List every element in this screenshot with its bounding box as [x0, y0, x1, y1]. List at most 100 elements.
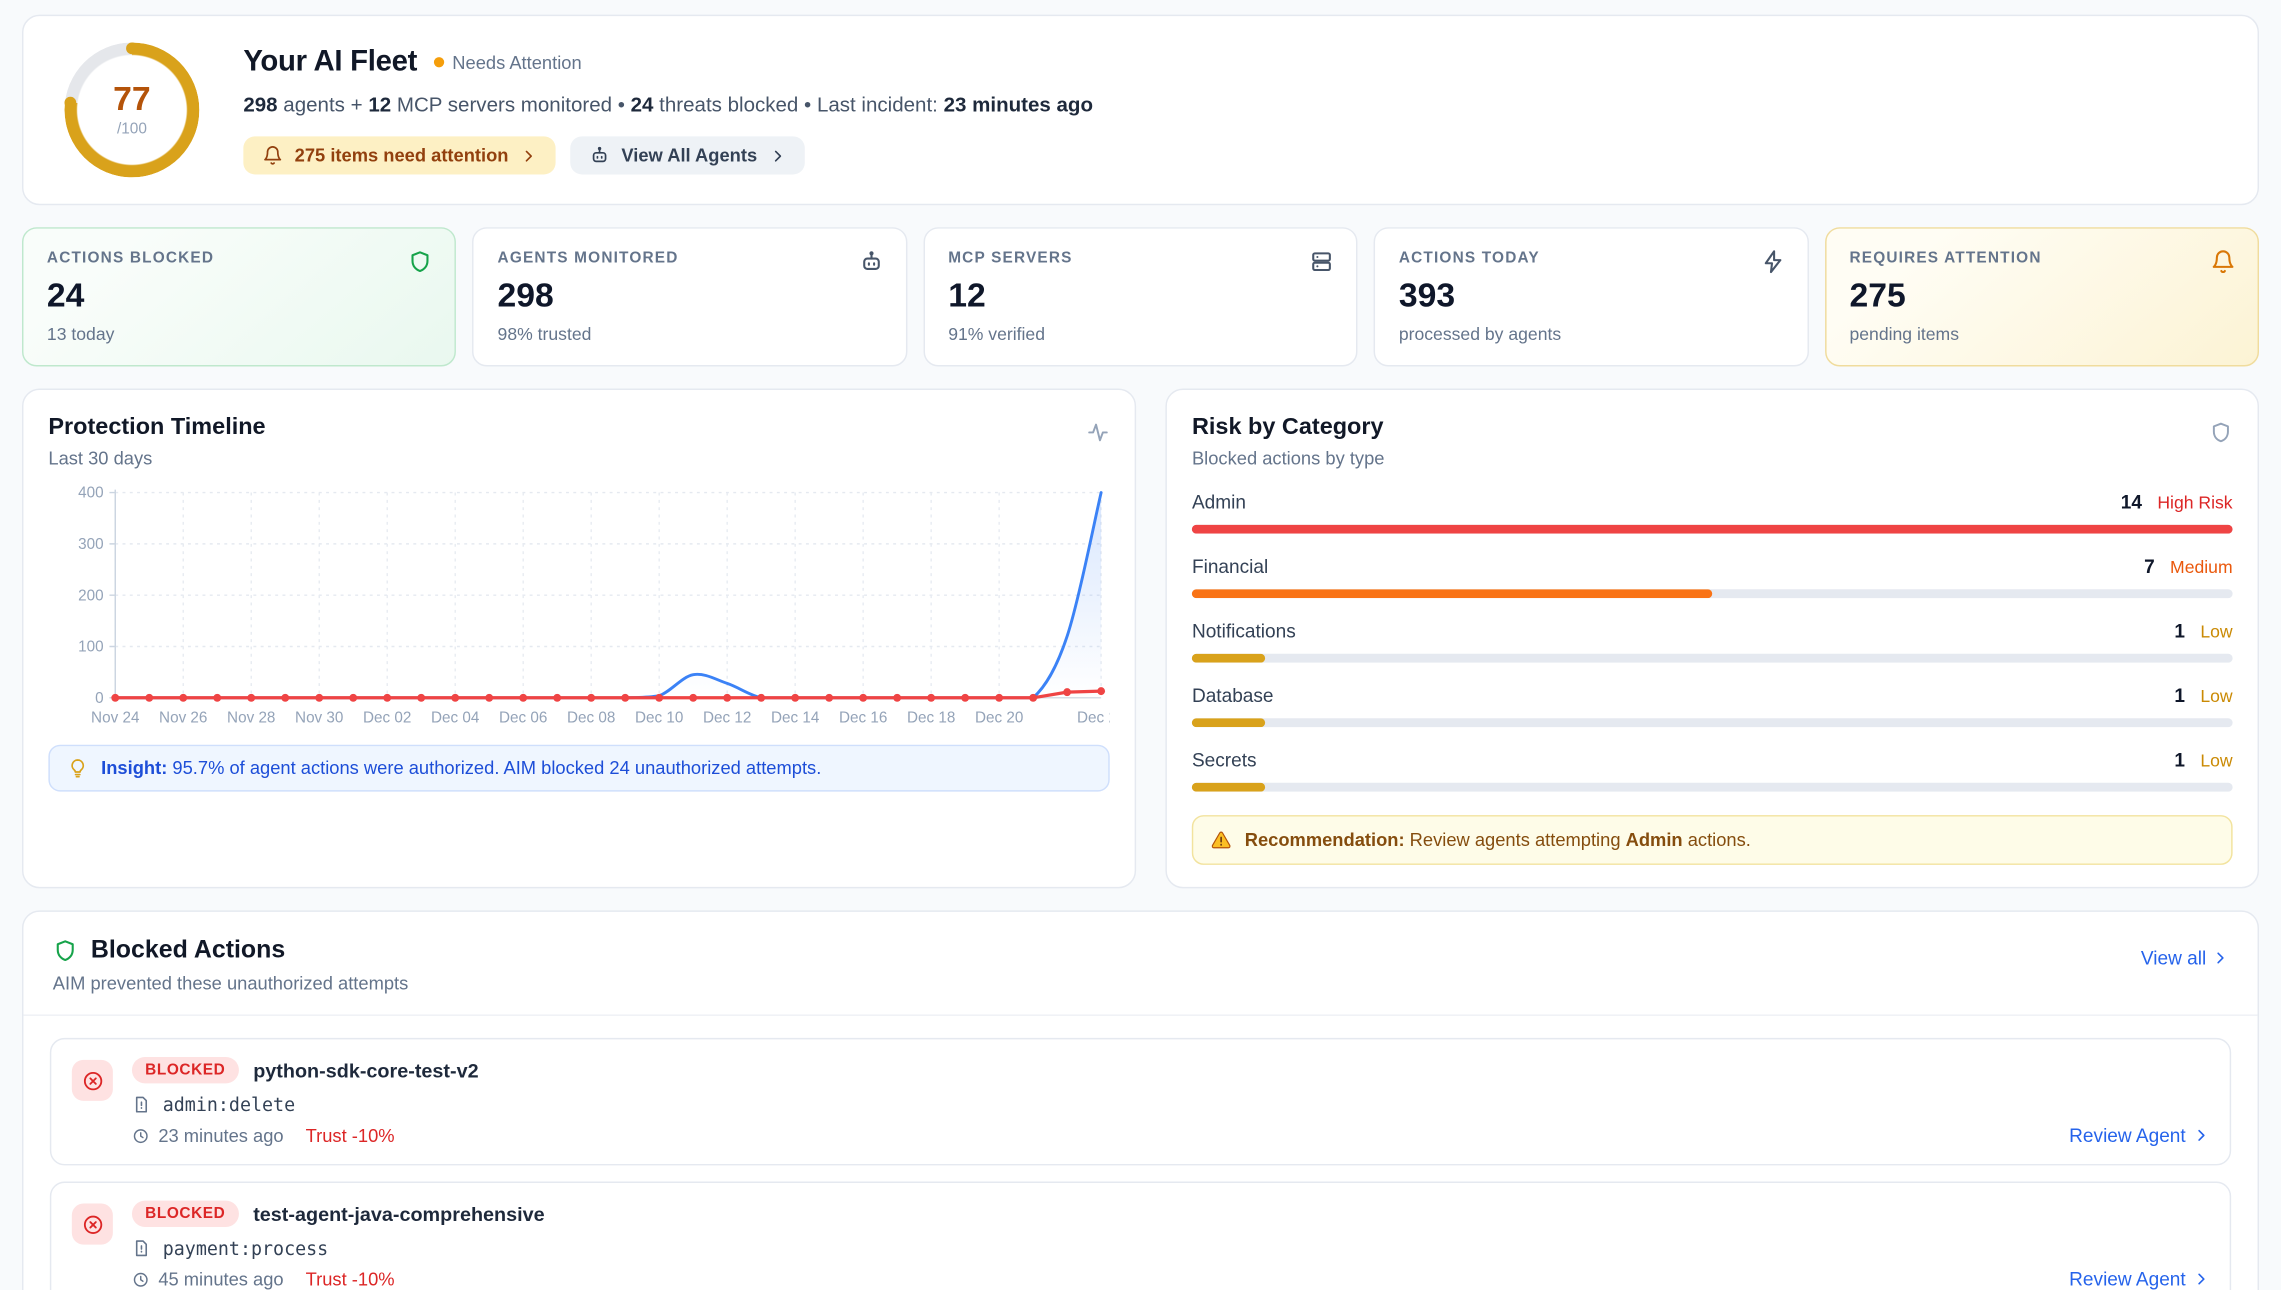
zap-icon — [1760, 249, 1785, 274]
svg-text:Nov 30: Nov 30 — [295, 710, 343, 727]
risk-count: 1 — [2174, 749, 2185, 771]
svg-text:Dec 23: Dec 23 — [1077, 710, 1110, 727]
stat-value: 12 — [948, 276, 1333, 316]
warning-icon — [1211, 830, 1232, 851]
agent-name: python-sdk-core-test-v2 — [253, 1059, 478, 1081]
items-need-attention-button[interactable]: 275 items need attention — [243, 136, 555, 174]
file-alert-icon — [132, 1095, 151, 1114]
stat-subtext: 91% verified — [948, 324, 1333, 345]
stat-card: AGENTS MONITORED 298 98% trusted — [473, 227, 908, 366]
risk-level-label: High Risk — [2157, 493, 2232, 514]
risk-category-row: Financial 7 Medium — [1192, 554, 2233, 598]
risk-category-label: Notifications — [1192, 620, 1296, 642]
stat-label: REQUIRES ATTENTION — [1849, 249, 2234, 267]
blocked-actions-list: BLOCKED python-sdk-core-test-v2 admin:de… — [23, 1016, 2257, 1290]
clock-icon — [132, 1271, 150, 1289]
risk-level-label: Medium — [2170, 557, 2233, 578]
svg-text:Dec 12: Dec 12 — [703, 710, 751, 727]
shield-icon — [53, 937, 78, 962]
chevron-right-icon — [2193, 1127, 2209, 1143]
risk-level-label: Low — [2200, 686, 2232, 707]
risk-category-label: Financial — [1192, 556, 1268, 578]
view-all-agents-button[interactable]: View All Agents — [570, 136, 804, 174]
blocked-badge: BLOCKED — [132, 1201, 239, 1227]
risk-bar-track — [1192, 589, 2233, 598]
svg-text:Dec 02: Dec 02 — [363, 710, 411, 727]
time-ago: 45 minutes ago — [158, 1270, 283, 1290]
svg-text:0: 0 — [95, 690, 103, 707]
fleet-score-gauge: 77 /100 — [65, 43, 200, 178]
risk-level-label: Low — [2200, 751, 2232, 772]
insight-text: Insight: 95.7% of agent actions were aut… — [101, 758, 821, 779]
blocked-action-row: BLOCKED python-sdk-core-test-v2 admin:de… — [50, 1038, 2231, 1166]
risk-count: 1 — [2174, 685, 2185, 707]
svg-text:200: 200 — [78, 587, 103, 604]
trust-delta: Trust -10% — [306, 1270, 395, 1290]
blocked-actions-subtitle: AIM prevented these unauthorized attempt… — [53, 973, 409, 994]
risk-bar-fill — [1192, 783, 1265, 792]
stat-value: 275 — [1849, 276, 2234, 316]
chevron-right-icon — [2212, 950, 2228, 966]
stat-label: AGENTS MONITORED — [498, 249, 883, 267]
svg-text:100: 100 — [78, 639, 103, 656]
risk-level-label: Low — [2200, 622, 2232, 643]
stat-card: ACTIONS TODAY 393 processed by agents — [1374, 227, 1809, 366]
status-badge: Needs Attention — [433, 52, 581, 73]
risk-count: 14 — [2121, 491, 2142, 513]
stat-subtext: processed by agents — [1399, 324, 1784, 345]
view-all-link[interactable]: View all — [2141, 947, 2228, 969]
timeline-subtitle: Last 30 days — [48, 449, 265, 470]
svg-text:Dec 06: Dec 06 — [499, 710, 547, 727]
chevron-right-icon — [769, 147, 785, 163]
view-all-label: View all — [2141, 947, 2206, 969]
shield-icon — [2209, 421, 2232, 444]
risk-category-row: Secrets 1 Low — [1192, 748, 2233, 792]
risk-category-row: Admin 14 High Risk — [1192, 490, 2233, 534]
circle-x-icon — [72, 1060, 113, 1101]
insight-banner: Insight: 95.7% of agent actions were aut… — [48, 745, 1109, 792]
protection-timeline-chart: 0100200300400Nov 24Nov 26Nov 28Nov 30Dec… — [48, 481, 1109, 733]
timeline-title: Protection Timeline — [48, 415, 265, 441]
risk-bar-track — [1192, 783, 2233, 792]
svg-text:Dec 14: Dec 14 — [771, 710, 820, 727]
blocked-command: payment:process — [163, 1237, 328, 1259]
svg-text:Nov 24: Nov 24 — [91, 710, 140, 727]
status-badge-label: Needs Attention — [452, 52, 581, 73]
fleet-summary: 298 agents + 12 MCP servers monitored • … — [243, 92, 1093, 115]
lightbulb-icon — [67, 758, 88, 779]
stat-card: REQUIRES ATTENTION 275 pending items — [1825, 227, 2260, 366]
blocked-command: admin:delete — [163, 1094, 295, 1116]
risk-subtitle: Blocked actions by type — [1192, 449, 1385, 470]
attention-button-label: 275 items need attention — [295, 145, 509, 166]
time-ago: 23 minutes ago — [158, 1126, 283, 1147]
bot-icon — [859, 249, 884, 274]
risk-bar-fill — [1192, 589, 1712, 598]
stat-value: 298 — [498, 276, 883, 316]
server-icon — [1309, 249, 1334, 274]
risk-rows: Admin 14 High Risk Financial — [1192, 490, 2233, 792]
risk-bar-track — [1192, 525, 2233, 534]
svg-text:Dec 04: Dec 04 — [431, 710, 480, 727]
review-agent-link[interactable]: Review Agent — [2069, 1124, 2209, 1146]
risk-bar-fill — [1192, 525, 2233, 534]
risk-category-label: Database — [1192, 685, 1274, 707]
review-agent-label: Review Agent — [2069, 1124, 2186, 1146]
trust-delta: Trust -10% — [306, 1126, 395, 1147]
review-agent-link[interactable]: Review Agent — [2069, 1268, 2209, 1290]
risk-by-category-card: Risk by Category Blocked actions by type… — [1166, 388, 2259, 888]
risk-category-label: Secrets — [1192, 749, 1257, 771]
score-max: /100 — [117, 120, 147, 138]
stat-subtext: 98% trusted — [498, 324, 883, 345]
chevron-right-icon — [520, 147, 536, 163]
blocked-actions-title: Blocked Actions — [91, 935, 285, 964]
stat-cards-row: ACTIONS BLOCKED 24 13 today AGENTS MONIT… — [22, 227, 2259, 366]
svg-text:Dec 20: Dec 20 — [975, 710, 1023, 727]
svg-text:400: 400 — [78, 485, 103, 502]
protection-timeline-card: Protection Timeline Last 30 days 0 100 200… — [22, 388, 1136, 888]
svg-text:Dec 10: Dec 10 — [635, 710, 683, 727]
svg-text:Dec 08: Dec 08 — [567, 710, 615, 727]
review-agent-label: Review Agent — [2069, 1268, 2186, 1290]
file-alert-icon — [132, 1239, 151, 1258]
stat-label: MCP SERVERS — [948, 249, 1333, 267]
svg-text:Dec 18: Dec 18 — [907, 710, 955, 727]
